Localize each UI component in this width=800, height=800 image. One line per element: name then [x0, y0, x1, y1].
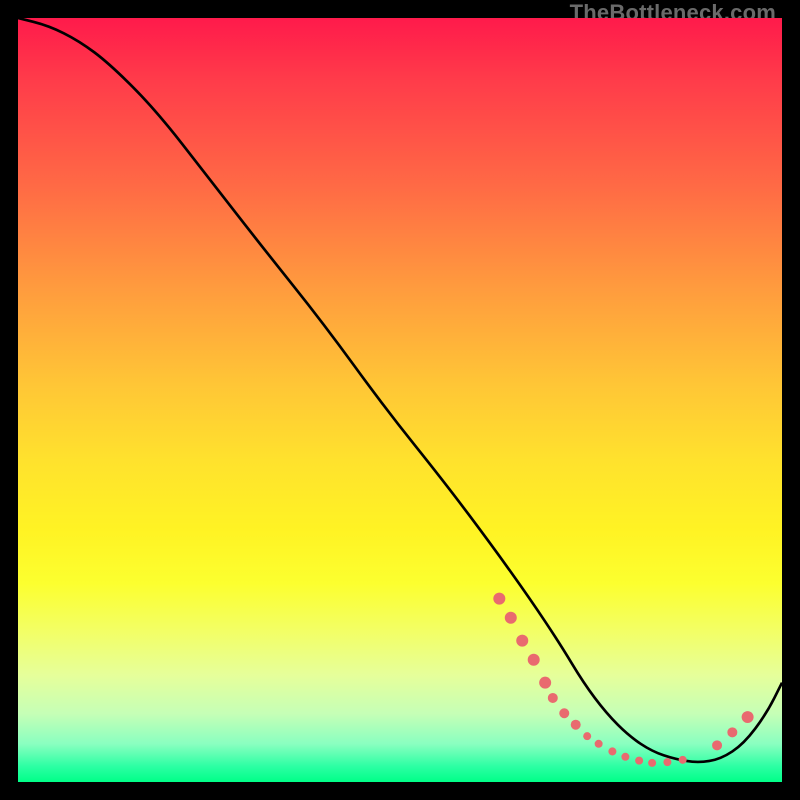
data-marker [548, 693, 558, 703]
data-marker [571, 720, 581, 730]
overlay-svg [18, 18, 782, 782]
data-marker [608, 747, 616, 755]
data-marker [505, 612, 517, 624]
marker-group [493, 593, 753, 767]
data-marker [727, 727, 737, 737]
data-marker [595, 740, 603, 748]
data-marker [648, 759, 656, 767]
data-marker [583, 732, 591, 740]
data-marker [712, 740, 722, 750]
data-marker [559, 708, 569, 718]
data-marker [516, 635, 528, 647]
data-marker [635, 757, 643, 765]
curve-path [18, 18, 782, 762]
data-marker [663, 758, 671, 766]
plot-area [18, 18, 782, 782]
data-marker [621, 753, 629, 761]
data-marker [539, 677, 551, 689]
data-marker [528, 654, 540, 666]
data-marker [679, 756, 687, 764]
data-marker [493, 593, 505, 605]
chart-stage: TheBottleneck.com [0, 0, 800, 800]
data-marker [742, 711, 754, 723]
